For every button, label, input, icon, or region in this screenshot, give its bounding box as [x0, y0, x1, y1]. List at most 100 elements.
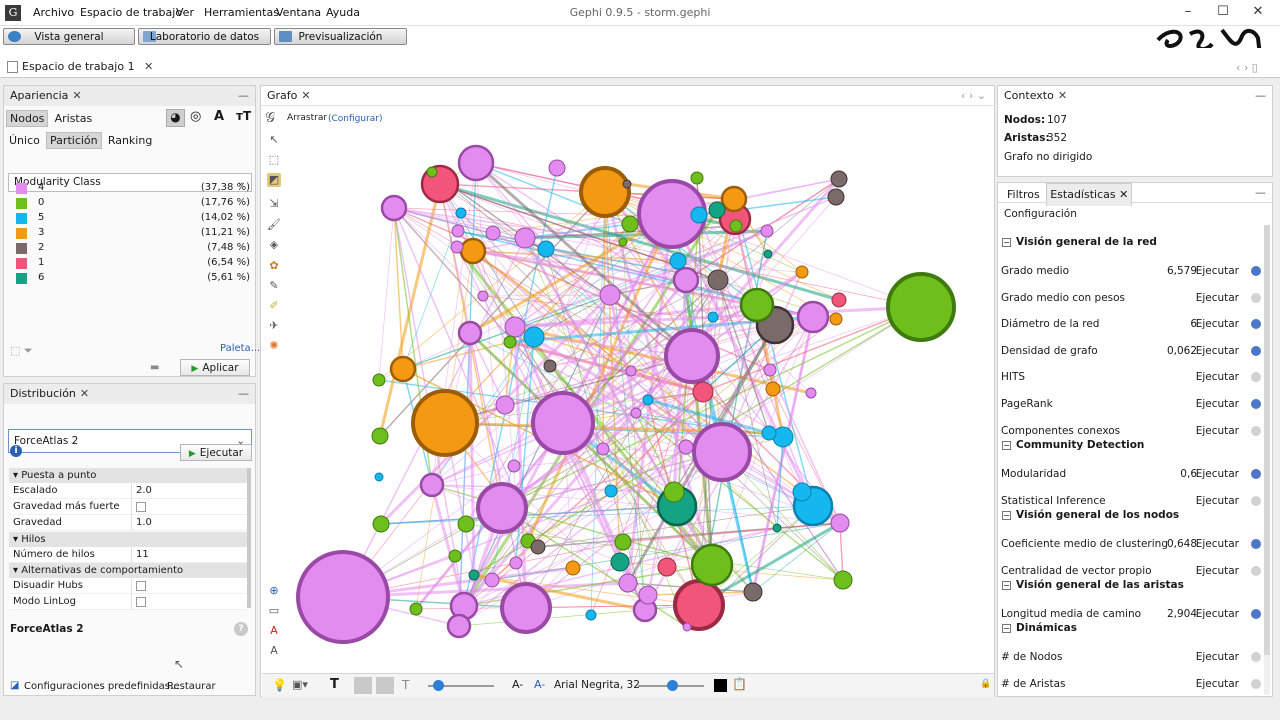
- graph-node[interactable]: [509, 556, 523, 570]
- graph-node[interactable]: [372, 373, 386, 387]
- category-threads[interactable]: ▾ Hilos: [9, 532, 247, 547]
- palette-icon[interactable]: ◕: [166, 109, 185, 127]
- info-icon[interactable]: [1251, 346, 1261, 356]
- graph-node[interactable]: [495, 395, 515, 415]
- screenshot-icon[interactable]: ▣▾: [292, 678, 308, 691]
- info-icon[interactable]: [1251, 609, 1261, 619]
- info-icon[interactable]: i: [10, 445, 22, 457]
- linlog-checkbox[interactable]: [136, 597, 146, 607]
- configure-link[interactable]: (Configurar): [328, 114, 383, 124]
- graph-node[interactable]: [739, 287, 775, 323]
- size-icon[interactable]: ◎: [190, 109, 201, 124]
- graph-node[interactable]: [457, 515, 475, 533]
- edge-color-icon[interactable]: [376, 677, 394, 694]
- graph-node[interactable]: [504, 316, 526, 338]
- diamond-icon[interactable]: ◈: [267, 238, 281, 252]
- graph-node[interactable]: [585, 609, 597, 621]
- graph-node[interactable]: [523, 326, 545, 348]
- graph-node[interactable]: [690, 206, 708, 224]
- edge-pencil-icon[interactable]: ✐: [267, 299, 281, 313]
- minimize-panel-icon[interactable]: —: [238, 86, 249, 106]
- graph-node[interactable]: [507, 459, 521, 473]
- edge-scale-slider-thumb[interactable]: [433, 680, 444, 691]
- lock-icon[interactable]: 🔒: [980, 679, 991, 689]
- menu-ver[interactable]: Ver: [176, 6, 194, 19]
- background-color-icon[interactable]: ▭: [267, 604, 281, 618]
- configuration-label[interactable]: Configuración: [1004, 208, 1077, 220]
- close-panel-icon[interactable]: ✕: [72, 89, 81, 102]
- info-icon[interactable]: [1251, 679, 1261, 689]
- graph-node[interactable]: [426, 166, 438, 178]
- direct-select-icon[interactable]: ◩: [267, 173, 281, 187]
- graph-node[interactable]: [673, 579, 725, 631]
- category-behavior[interactable]: ▾ Alternativas de comportamiento: [9, 563, 247, 578]
- clipboard-icon[interactable]: 📋: [732, 677, 747, 691]
- graph-node[interactable]: [411, 389, 479, 457]
- menu-espacio-de-trabajo[interactable]: Espacio de trabajo: [80, 6, 182, 19]
- label-color-icon[interactable]: A: [267, 624, 281, 638]
- zoom-icon[interactable]: ⊕: [267, 584, 281, 598]
- tab-nodos[interactable]: Nodos: [6, 110, 49, 127]
- stat-section-header[interactable]: − Dinámicas: [1000, 619, 1265, 637]
- graph-node[interactable]: [371, 427, 389, 445]
- info-icon[interactable]: [1251, 399, 1261, 409]
- run-layout-button[interactable]: ▶ Ejecutar: [180, 444, 252, 461]
- tab-aristas[interactable]: Aristas: [52, 111, 96, 126]
- run-stat-button[interactable]: Ejecutar: [1196, 535, 1239, 553]
- info-icon[interactable]: [1251, 266, 1261, 276]
- label-font-icon[interactable]: A: [267, 644, 281, 658]
- graph-node[interactable]: [690, 171, 704, 185]
- graph-node[interactable]: [796, 300, 830, 334]
- graph-node[interactable]: [579, 166, 631, 218]
- color-swatch[interactable]: [16, 258, 27, 269]
- run-stat-button[interactable]: Ejecutar: [1196, 675, 1239, 693]
- filter-icons[interactable]: ⬚ ⏷: [10, 344, 33, 358]
- select-arrow-icon[interactable]: ↖: [267, 133, 281, 147]
- threads-field[interactable]: 11: [131, 547, 149, 563]
- palette-link[interactable]: Paleta...: [220, 343, 260, 354]
- graph-node[interactable]: [765, 381, 781, 397]
- graph-node[interactable]: [761, 425, 777, 441]
- maximize-icon[interactable]: ☐: [1213, 4, 1233, 22]
- partition-row[interactable]: 3 (11,21 %): [14, 226, 254, 241]
- tab-filtros[interactable]: Filtros: [1004, 184, 1043, 206]
- graph-node[interactable]: [830, 513, 850, 533]
- graph-node[interactable]: [477, 290, 489, 302]
- paint-icon[interactable]: ✿: [267, 259, 281, 273]
- graph-node[interactable]: [763, 249, 773, 259]
- color-swatch[interactable]: [16, 213, 27, 224]
- overview-button[interactable]: Vista general: [3, 28, 135, 45]
- partition-row[interactable]: 6 (5,61 %): [14, 271, 254, 286]
- run-stat-button[interactable]: Ejecutar: [1196, 465, 1239, 483]
- graph-node[interactable]: [565, 560, 581, 576]
- minimize-icon[interactable]: –: [1178, 4, 1198, 22]
- dissuade-hubs-checkbox[interactable]: [136, 581, 146, 591]
- stat-section-header[interactable]: − Community Detection: [1000, 436, 1265, 454]
- partition-row[interactable]: 4 (37,38 %): [14, 181, 254, 196]
- menu-ventana[interactable]: Ventana: [276, 6, 321, 19]
- close-panel-icon[interactable]: ✕: [80, 387, 89, 400]
- graph-node[interactable]: [622, 179, 632, 189]
- graph-node[interactable]: [450, 240, 464, 254]
- stat-section-header[interactable]: − Visión general de la red: [1000, 233, 1265, 251]
- graph-node[interactable]: [672, 266, 700, 294]
- help-icon[interactable]: ?: [234, 622, 248, 636]
- collapse-icon[interactable]: −: [1002, 441, 1011, 450]
- info-icon[interactable]: [1251, 496, 1261, 506]
- graph-node[interactable]: [833, 570, 853, 590]
- graph-node[interactable]: [772, 426, 794, 448]
- graph-node[interactable]: [500, 582, 552, 634]
- graph-nav-icons[interactable]: ‹ › ⌄: [961, 86, 986, 106]
- graph-node[interactable]: [692, 381, 714, 403]
- stat-section-header[interactable]: − Visión general de los nodos: [1000, 506, 1265, 524]
- label-size-icon[interactable]: тT: [236, 109, 251, 123]
- graph-node[interactable]: [543, 359, 557, 373]
- graph-node[interactable]: [389, 355, 417, 383]
- graph-node[interactable]: [625, 365, 637, 377]
- minimize-panel-icon[interactable]: —: [238, 384, 249, 404]
- info-icon[interactable]: [1251, 372, 1261, 382]
- graph-node[interactable]: [457, 144, 495, 182]
- graph-node[interactable]: [729, 219, 743, 233]
- preview-button[interactable]: Previsualización: [274, 28, 407, 45]
- close-panel-icon[interactable]: ✕: [1058, 89, 1067, 102]
